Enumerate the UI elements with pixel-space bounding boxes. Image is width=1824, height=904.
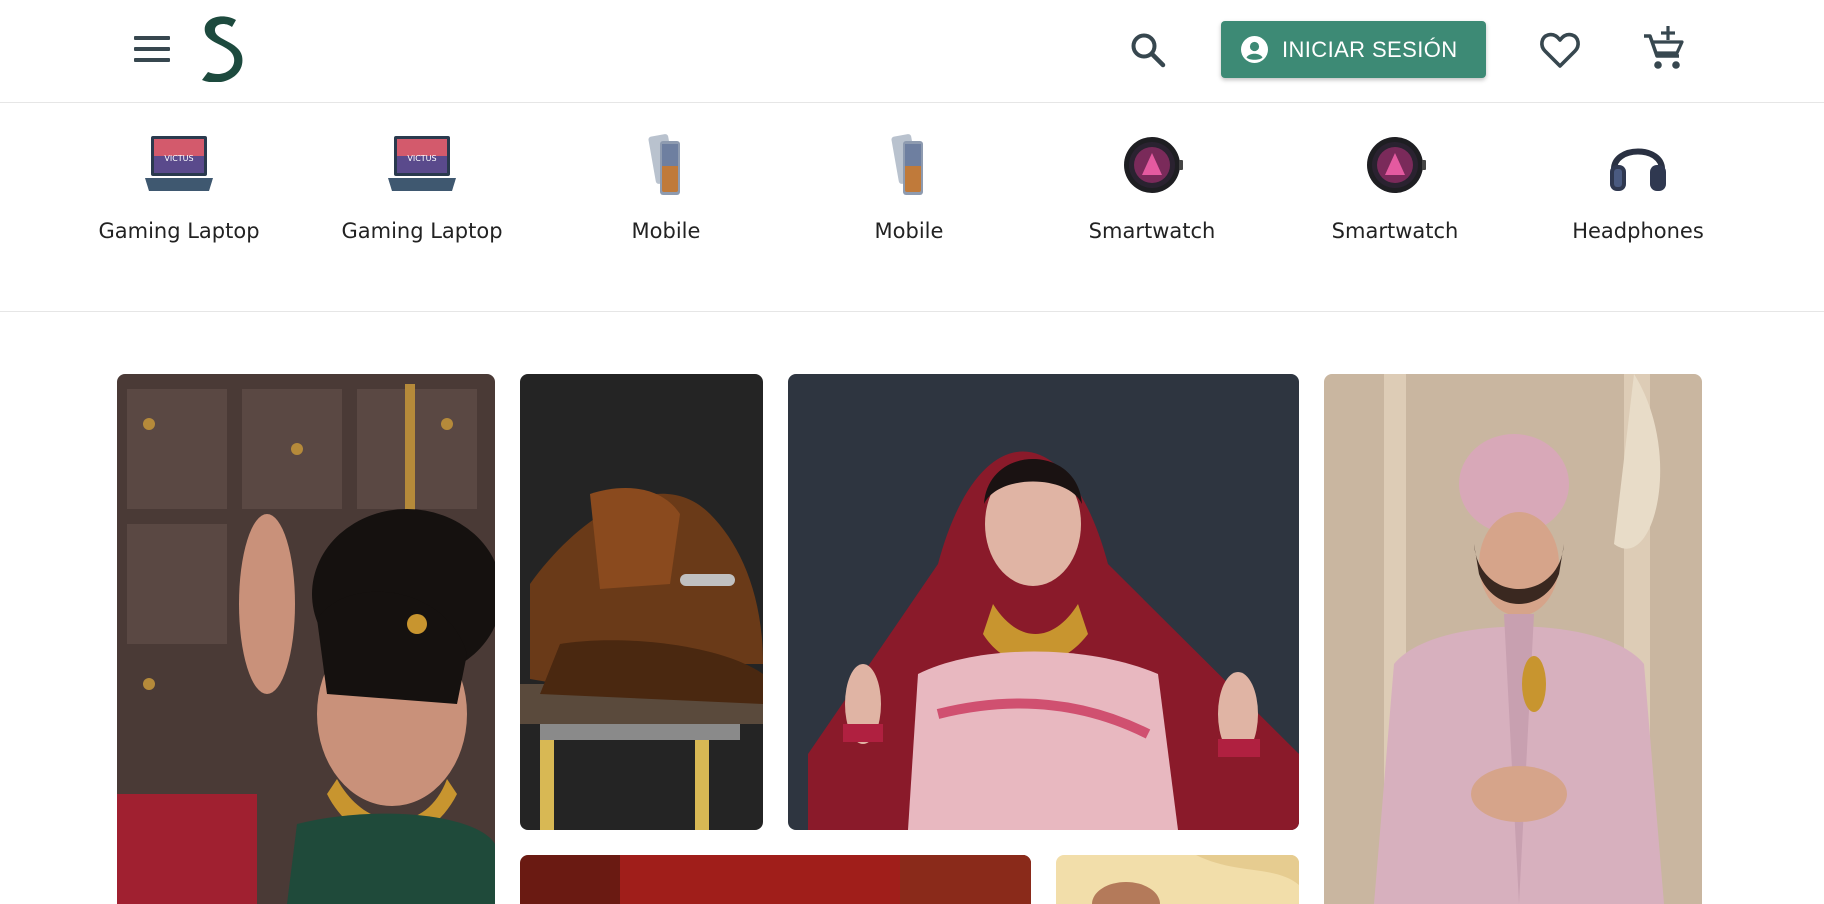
category-label: Headphones <box>1572 219 1704 243</box>
add-shopping-cart-icon <box>1644 26 1684 69</box>
category-label: Gaming Laptop <box>341 219 503 243</box>
category-item[interactable]: Smartwatch <box>1052 103 1252 311</box>
s-logo-icon[interactable] <box>196 14 246 83</box>
headphones-icon <box>1610 148 1666 191</box>
red-fabric-photo <box>520 855 1031 904</box>
category-label: Mobile <box>874 219 944 243</box>
gallery-tile[interactable] <box>1056 855 1299 904</box>
bride-red-veil-photo <box>788 374 1299 830</box>
laptop-icon: VICTUS <box>145 136 213 191</box>
smartphone-icon <box>648 134 680 195</box>
svg-text:VICTUS: VICTUS <box>164 154 193 163</box>
category-label: Mobile <box>631 219 701 243</box>
cream-fabric-photo <box>1056 855 1299 904</box>
login-button[interactable]: INICIAR SESIÓN <box>1221 21 1486 78</box>
category-item[interactable]: VICTUS Gaming Laptop <box>322 103 522 311</box>
hamburger-menu-icon <box>134 36 170 40</box>
groom-pink-sherwani-photo <box>1324 374 1702 904</box>
gallery-tile[interactable] <box>788 374 1299 830</box>
smartwatch-icon <box>1367 137 1426 193</box>
woman-gold-jewelry-photo <box>117 374 495 904</box>
category-label: Smartwatch <box>1088 219 1216 243</box>
cart-button[interactable] <box>1642 26 1688 72</box>
category-strip: VICTUS Gaming Laptop VICTUS Gaming Lapto… <box>0 103 1824 312</box>
search-icon <box>1131 33 1166 68</box>
top-header: INICIAR SESIÓN <box>0 0 1824 103</box>
menu-button[interactable] <box>134 36 170 64</box>
wishlist-button[interactable] <box>1538 28 1582 72</box>
login-label: INICIAR SESIÓN <box>1282 36 1458 62</box>
search-button[interactable] <box>1128 30 1168 70</box>
category-item[interactable]: Mobile <box>809 103 1009 311</box>
gallery-tile[interactable] <box>117 374 495 904</box>
gallery-tile[interactable] <box>520 855 1031 904</box>
category-label: Smartwatch <box>1331 219 1459 243</box>
category-label: Gaming Laptop <box>98 219 260 243</box>
category-item[interactable]: Mobile <box>566 103 766 311</box>
gallery-tile[interactable] <box>520 374 763 830</box>
laptop-icon: VICTUS <box>388 136 456 191</box>
smartphone-icon <box>891 134 923 195</box>
brown-loafer-shoes-photo <box>520 374 763 830</box>
svg-text:VICTUS: VICTUS <box>407 154 436 163</box>
smartwatch-icon <box>1124 137 1183 193</box>
category-item[interactable]: VICTUS Gaming Laptop <box>79 103 279 311</box>
heart-outline-icon <box>1540 32 1580 68</box>
gallery-tile[interactable] <box>1324 374 1702 904</box>
account-circle-icon <box>1241 36 1268 63</box>
category-item[interactable]: Headphones <box>1538 103 1738 311</box>
category-item[interactable]: Smartwatch <box>1295 103 1495 311</box>
